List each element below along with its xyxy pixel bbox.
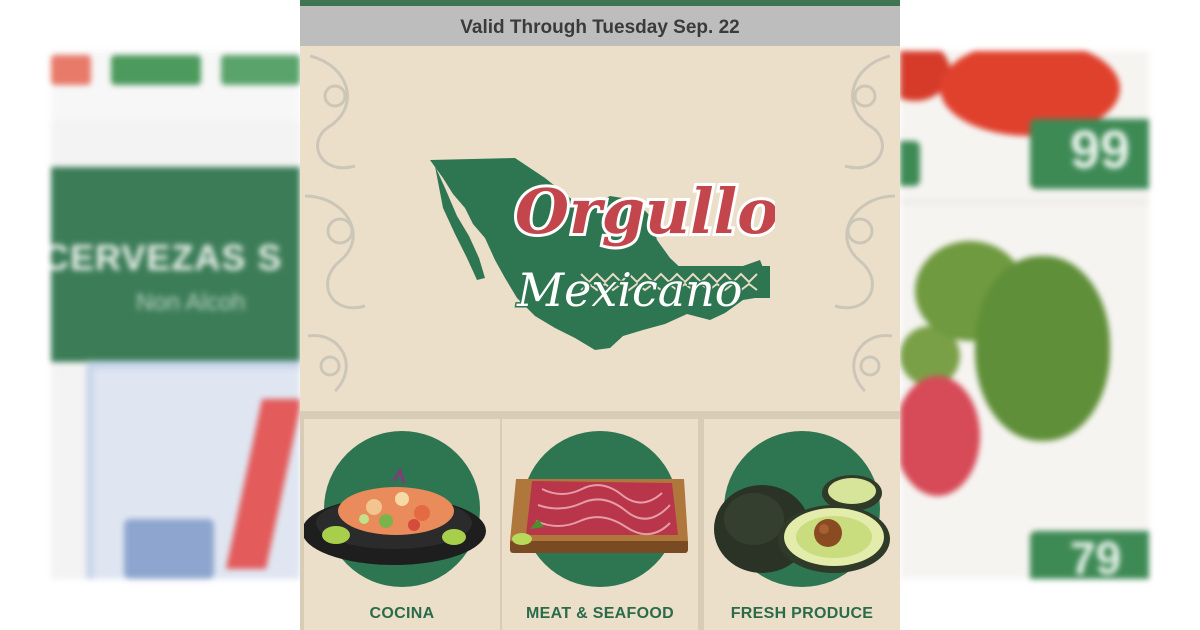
validity-text: Valid Through Tuesday Sep. 22: [460, 17, 740, 38]
background-left-panel: CERVEZAS S Non Alcoh: [51, 51, 300, 579]
category-label: FRESH PRODUCE: [730, 605, 874, 622]
validity-banner: Valid Through Tuesday Sep. 22: [300, 0, 900, 46]
background-beer-banner: CERVEZAS S Non Alcoh: [51, 167, 300, 362]
lace-ornament-right: [834, 54, 896, 393]
beef-cutting-board-image: [510, 479, 688, 553]
background-right-panel: 99 79: [900, 51, 1149, 579]
background-price-tag: [900, 141, 920, 186]
category-label: COCINA: [369, 605, 435, 622]
hero-title-line1: Orgullo: [515, 175, 775, 248]
hero-title-line2: Mexicano: [516, 263, 743, 317]
background-avocado: [975, 256, 1110, 441]
background-beer-heading: CERVEZAS S: [51, 237, 283, 278]
category-cards: COCINA MEAT & SEAFOOD FRESH PRODUCE: [300, 411, 900, 630]
avocado-image: [714, 475, 890, 573]
background-top-strip: [51, 51, 300, 121]
background-prickly-pear: [900, 376, 980, 496]
background-price-tag: 99: [1030, 119, 1149, 189]
hero-section: Orgullo Mexicano: [300, 46, 900, 411]
category-label: MEAT & SEAFOOD: [526, 605, 674, 622]
weekly-ad-card[interactable]: Valid Through Tuesday Sep. 22 Orgullo Me…: [300, 0, 900, 630]
background-beer-box: [86, 361, 300, 579]
lace-ornament-left: [304, 54, 366, 393]
ceviche-plate-image: [304, 467, 486, 565]
background-beer-subheading: Non Alcoh: [136, 289, 246, 316]
category-card-cocina[interactable]: COCINA: [304, 419, 500, 630]
category-card-meat-seafood[interactable]: MEAT & SEAFOOD: [502, 419, 698, 630]
orgullo-mexicano-logo: Orgullo Mexicano: [430, 158, 775, 350]
background-price-tag: 79: [1030, 531, 1149, 579]
category-card-fresh-produce[interactable]: FRESH PRODUCE: [704, 419, 900, 630]
